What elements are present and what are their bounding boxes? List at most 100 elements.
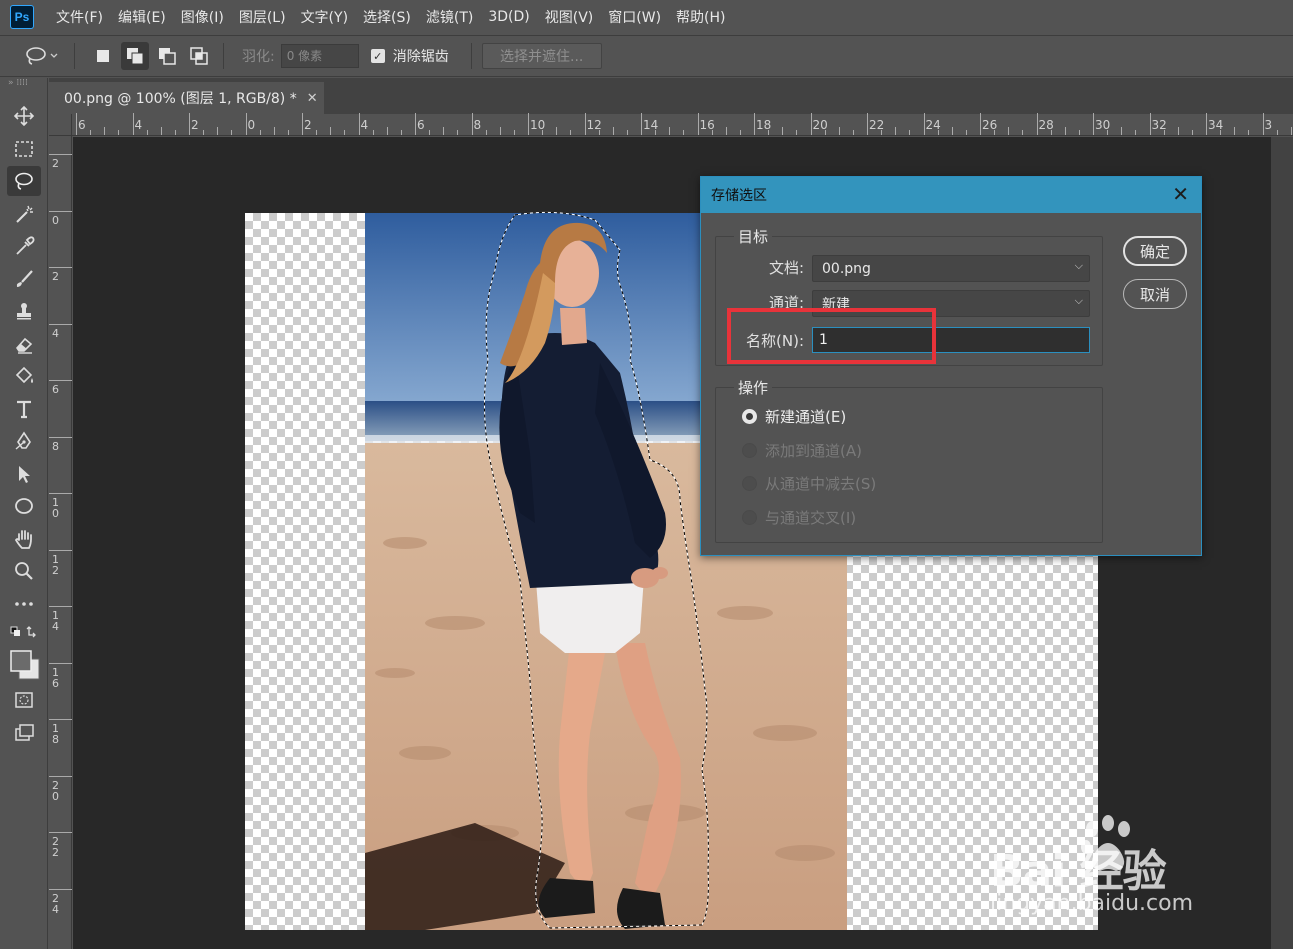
more-tools[interactable] xyxy=(0,588,48,621)
ruler-label: 18 xyxy=(756,118,772,132)
paint-bucket-tool[interactable] xyxy=(0,360,48,393)
ruler-minor-tick xyxy=(118,130,120,135)
intersect-selection-icon xyxy=(190,47,208,65)
vertical-ruler[interactable]: 2 0 2 4 6 8 10 12 14 16 18 20 22 24 xyxy=(49,136,72,949)
operation-group: 操作 新建通道(E) 添加到通道(A) 从通道中减去(S) 与通道交叉(I) xyxy=(715,377,1103,543)
dialog-title-bar[interactable]: 存储选区 ✕ xyxy=(701,177,1201,213)
menu-layer[interactable]: 图层(L) xyxy=(239,7,286,27)
radio-intersect-with-channel[interactable]: 与通道交叉(I) xyxy=(742,507,856,528)
intersect-selection-button[interactable] xyxy=(185,42,213,70)
tab-close-icon[interactable]: ✕ xyxy=(307,91,318,106)
menu-window[interactable]: 窗口(W) xyxy=(608,7,661,27)
selection-outline xyxy=(483,211,709,929)
antialias-checkbox[interactable]: ✓ xyxy=(370,49,385,63)
horizontal-ruler[interactable]: 6 4 2 0 2 4 6 8 10 12 14 16 18 20 22 24 26 28 30 32 34 3 xyxy=(72,113,1293,136)
ruler-minor-tick xyxy=(90,130,92,135)
menu-3d[interactable]: 3D(D) xyxy=(488,9,529,25)
menu-filter[interactable]: 滤镜(T) xyxy=(426,7,473,27)
select-and-mask-button[interactable]: 选择并遮住... xyxy=(481,43,602,69)
vertical-scrollbar[interactable] xyxy=(1271,137,1293,949)
ruler-minor-tick xyxy=(429,130,431,135)
stamp-tool[interactable] xyxy=(0,295,48,328)
ruler-label: 32 xyxy=(1151,118,1167,132)
radio-add-to-channel[interactable]: 添加到通道(A) xyxy=(742,440,862,461)
menu-help[interactable]: 帮助(H) xyxy=(676,7,725,27)
ruler-minor-tick xyxy=(612,127,614,135)
ruler-label: 4 xyxy=(52,326,59,340)
menu-view[interactable]: 视图(V) xyxy=(545,7,594,27)
ruler-origin[interactable] xyxy=(49,114,72,136)
radio-subtract-from-channel[interactable]: 从通道中减去(S) xyxy=(742,473,876,494)
new-selection-button[interactable] xyxy=(89,42,117,70)
ruler-label: 8 xyxy=(52,439,59,453)
new-selection-icon xyxy=(97,50,109,62)
ruler-minor-tick xyxy=(400,130,402,135)
magic-wand-icon xyxy=(16,205,33,223)
more-icon xyxy=(15,601,33,606)
ruler-tick xyxy=(49,888,72,890)
tool-preset-picker[interactable] xyxy=(24,41,64,71)
color-swap-controls[interactable] xyxy=(0,620,48,644)
menu-edit[interactable]: 编辑(E) xyxy=(118,7,166,27)
pen-tool[interactable] xyxy=(0,425,48,458)
subtract-from-selection-button[interactable] xyxy=(153,42,181,70)
marquee-tool[interactable] xyxy=(0,133,48,166)
menu-image[interactable]: 图像(I) xyxy=(181,7,224,27)
ruler-minor-tick xyxy=(1064,127,1066,135)
ruler-tick xyxy=(415,113,416,135)
eraser-tool[interactable] xyxy=(0,328,48,361)
operation-group-title: 操作 xyxy=(734,377,773,398)
screen-mode-button[interactable] xyxy=(0,717,48,750)
ruler-tick xyxy=(49,549,72,551)
ruler-minor-tick xyxy=(1191,130,1193,135)
ruler-label: 24 xyxy=(52,891,59,916)
ok-button[interactable]: 确定 xyxy=(1123,236,1187,266)
menu-file[interactable]: 文件(F) xyxy=(56,7,103,27)
path-selection-tool[interactable] xyxy=(0,458,48,491)
ruler-tick xyxy=(49,832,72,833)
ruler-tick xyxy=(189,113,190,135)
document-tab[interactable]: 00.png @ 100% (图层 1, RGB/8) * ✕ xyxy=(49,82,324,114)
chevron-down-icon: ⌵ xyxy=(1074,259,1083,272)
ruler-minor-tick xyxy=(1234,127,1236,135)
ruler-tick xyxy=(245,113,247,135)
ruler-tick xyxy=(49,606,72,607)
menu-select[interactable]: 选择(S) xyxy=(363,7,411,27)
panel-grip-icon[interactable]: » ⁞⁞⁞⁞ xyxy=(0,78,47,100)
options-bar: 羽化: 0 像素 ✓ 消除锯齿 选择并遮住... xyxy=(0,35,1293,77)
ruler-tick xyxy=(302,113,303,135)
feather-input[interactable]: 0 像素 xyxy=(280,44,359,68)
cancel-button[interactable]: 取消 xyxy=(1123,279,1187,309)
ruler-label: 2 xyxy=(52,157,59,170)
document-dropdown[interactable]: 00.png ⌵ xyxy=(812,255,1090,282)
ruler-tick xyxy=(867,113,868,135)
lasso-icon xyxy=(15,172,33,191)
quick-mask-button[interactable] xyxy=(0,684,48,717)
ruler-label: 16 xyxy=(52,665,59,690)
brush-tool[interactable] xyxy=(0,263,48,296)
lasso-tool[interactable] xyxy=(0,165,48,198)
ruler-minor-tick xyxy=(838,127,840,135)
ruler-minor-tick xyxy=(457,130,459,135)
ruler-tick xyxy=(1262,113,1264,135)
magic-wand-tool[interactable] xyxy=(0,198,48,231)
add-to-selection-button[interactable] xyxy=(121,42,149,70)
type-tool[interactable] xyxy=(0,393,48,426)
radio-unselected-icon xyxy=(742,443,757,458)
move-tool[interactable] xyxy=(0,100,48,133)
watermark-main-text: Bai 经验 xyxy=(990,846,1167,897)
foreground-background-color[interactable] xyxy=(0,644,48,684)
ruler-label: 14 xyxy=(643,118,659,132)
target-group-title: 目标 xyxy=(734,226,773,247)
ruler-minor-tick xyxy=(1248,130,1250,135)
ellipse-tool[interactable] xyxy=(0,490,48,523)
ruler-minor-tick xyxy=(174,130,176,135)
ruler-tick xyxy=(923,113,925,135)
zoom-tool[interactable] xyxy=(0,555,48,588)
close-icon[interactable]: ✕ xyxy=(1172,184,1189,204)
eyedropper-tool[interactable] xyxy=(0,230,48,263)
zoom-icon xyxy=(15,562,33,581)
menu-type[interactable]: 文字(Y) xyxy=(301,7,348,27)
radio-new-channel[interactable]: 新建通道(E) xyxy=(742,406,846,427)
hand-tool[interactable] xyxy=(0,523,48,556)
